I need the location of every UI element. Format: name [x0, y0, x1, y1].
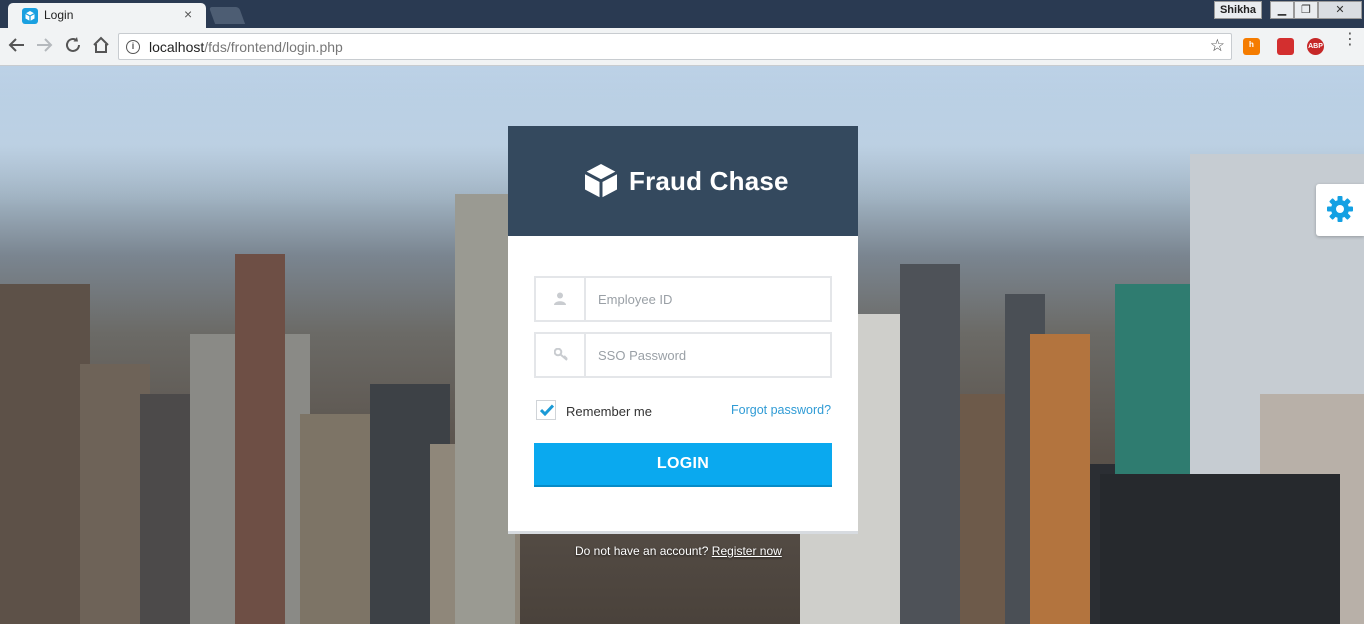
url-path: /fds/frontend/login.php — [204, 39, 343, 55]
home-button[interactable] — [90, 36, 112, 58]
sso-password-addon — [536, 334, 586, 376]
tab-strip: Login × Shikha ▁ ❐ ✕ — [0, 0, 1364, 28]
minimize-button[interactable]: ▁ — [1270, 1, 1294, 19]
extension-book-icon[interactable] — [1277, 38, 1294, 55]
key-icon — [554, 348, 568, 361]
login-card: Fraud Chase Remember me Forgot password?… — [508, 126, 858, 531]
close-window-button[interactable]: ✕ — [1318, 1, 1362, 19]
reload-button[interactable] — [62, 36, 84, 58]
employee-id-addon — [536, 278, 586, 320]
arrow-right-icon — [37, 38, 53, 52]
background-building — [1030, 334, 1090, 624]
employee-id-input[interactable] — [588, 278, 828, 320]
login-card-header: Fraud Chase — [508, 126, 858, 236]
login-button[interactable]: LOGIN — [534, 443, 832, 487]
cube-favicon-icon — [22, 8, 38, 24]
info-icon[interactable]: i — [126, 40, 140, 54]
reload-icon — [66, 37, 80, 52]
tab-login[interactable]: Login × — [8, 3, 206, 28]
register-prompt-text: Do not have an account? — [575, 544, 709, 558]
background-building — [0, 284, 90, 624]
bookmark-star-icon[interactable]: ☆ — [1210, 36, 1225, 56]
browser-menu-button[interactable]: ⋮ — [1342, 32, 1358, 48]
background-building — [900, 264, 960, 624]
background-building — [235, 254, 285, 624]
user-icon — [554, 292, 566, 305]
home-icon — [93, 36, 109, 53]
sso-password-input[interactable] — [588, 334, 828, 376]
register-link[interactable]: Register now — [712, 544, 782, 558]
sso-password-field[interactable] — [534, 332, 832, 378]
settings-toggle-button[interactable] — [1316, 184, 1364, 236]
employee-id-field[interactable] — [534, 276, 832, 322]
gear-icon — [1327, 196, 1353, 222]
tab-title: Login — [44, 8, 74, 22]
remember-me-label[interactable]: Remember me — [566, 404, 652, 419]
tab-close-button[interactable]: × — [184, 7, 192, 21]
url-host: localhost — [149, 39, 205, 55]
forgot-password-link[interactable]: Forgot password? — [731, 403, 831, 417]
arrow-left-icon — [8, 38, 24, 52]
back-button[interactable] — [6, 36, 28, 58]
background-building — [455, 194, 515, 624]
profile-button[interactable]: Shikha — [1214, 1, 1262, 19]
background-building — [1100, 474, 1340, 624]
register-prompt: Do not have an account? Register now — [575, 544, 782, 558]
url-text[interactable]: localhost/fds/frontend/login.php — [149, 39, 343, 55]
browser-toolbar: i localhost/fds/frontend/login.php ☆ ʰ A… — [0, 28, 1364, 66]
restore-button[interactable]: ❐ — [1294, 1, 1318, 19]
address-bar[interactable]: i localhost/fds/frontend/login.php ☆ — [118, 33, 1232, 60]
brand-name: Fraud Chase — [629, 166, 789, 196]
checkmark-icon — [540, 404, 554, 416]
new-tab-button[interactable] — [208, 7, 246, 24]
extension-adblock-icon[interactable]: ABP — [1307, 38, 1324, 55]
remember-me-checkbox[interactable] — [536, 400, 556, 420]
extension-hubspot-icon[interactable]: ʰ — [1243, 38, 1260, 55]
cube-icon — [582, 162, 620, 205]
forward-button[interactable] — [33, 36, 55, 58]
